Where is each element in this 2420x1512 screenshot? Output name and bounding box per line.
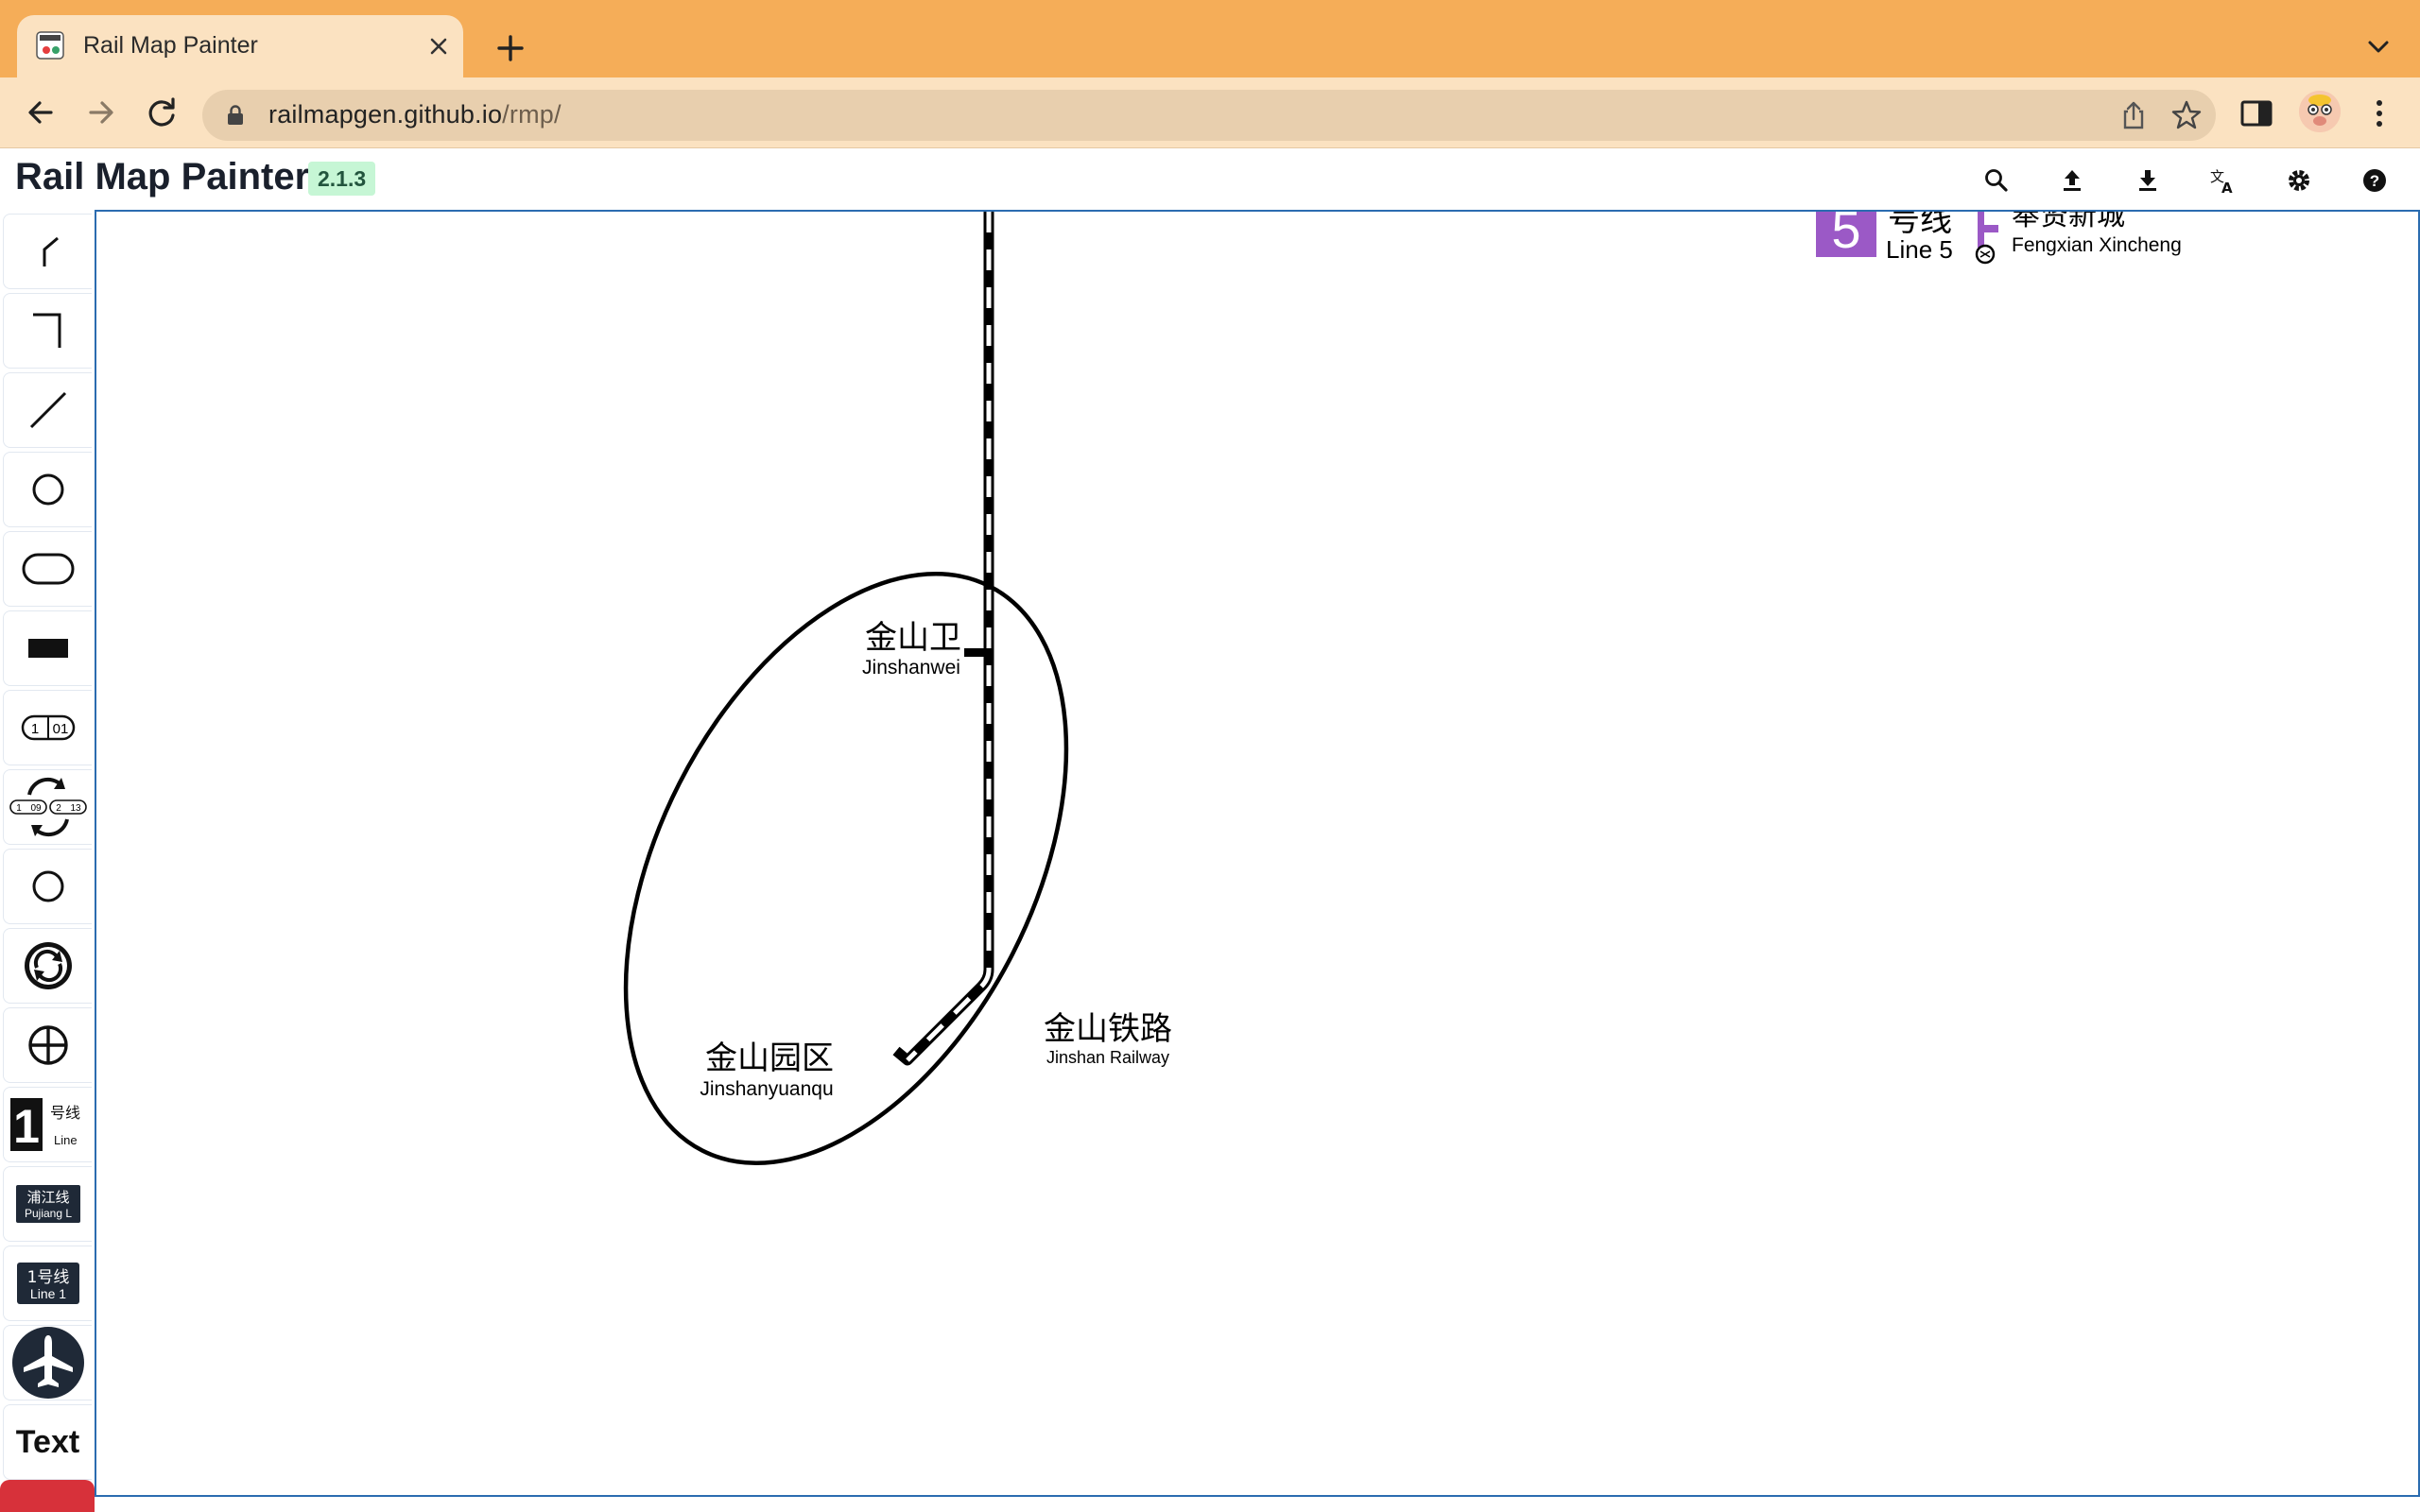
tool-perpendicular-line[interactable]: [3, 293, 92, 369]
line5-badge[interactable]: 5 号线 Line 5: [1816, 212, 1953, 264]
crosshair-station-icon: [27, 1025, 68, 1065]
airplane-icon: [11, 1327, 84, 1399]
tool-station-crosshair[interactable]: [3, 1007, 92, 1083]
station-label-zh-jinshanwei[interactable]: 金山卫: [865, 620, 961, 656]
station-label-zh-jinshanyuanqu[interactable]: 金山园区: [705, 1040, 834, 1076]
perpendicular-line-icon: [32, 313, 60, 348]
terminal-fengxian-xincheng[interactable]: 奉贤新城 Fengxian Xincheng: [1975, 212, 2182, 265]
tool-station-small-circle[interactable]: [3, 849, 92, 924]
diagonal-line-icon: [43, 236, 59, 266]
svg-text:A: A: [2221, 180, 2233, 196]
straight-line-icon: [29, 391, 66, 429]
interchange-number-d: 13: [70, 803, 81, 814]
line-badge-en: Line: [54, 1133, 78, 1147]
line1-en: Line 1: [29, 1286, 65, 1301]
line5-badge-zh: 号线: [1888, 212, 1952, 238]
address-bar[interactable]: railmapgen.github.io/rmp/: [202, 90, 2216, 141]
tool-airport[interactable]: [3, 1325, 92, 1400]
line1-badge-icon: 1号线 Line 1: [16, 1263, 79, 1304]
station-label-en-jinshanwei[interactable]: Jinshanwei: [862, 657, 960, 679]
map-canvas[interactable]: 金山卫 Jinshanwei 金山园区 Jinshanyuanqu 金山铁路 J…: [95, 210, 2420, 1497]
rect-station-icon: [27, 639, 68, 658]
line-label-zh[interactable]: 金山铁路: [1044, 1011, 1172, 1047]
download-icon[interactable]: [2133, 165, 2163, 196]
back-arrow-icon[interactable]: [21, 93, 60, 132]
station-label-en-jinshanyuanqu[interactable]: Jinshanyuanqu: [700, 1078, 833, 1100]
interchange-number-c: 2: [56, 803, 61, 814]
interchange-number-b: 09: [30, 803, 42, 814]
line-badge-icon: 1 号线 Line: [9, 1098, 80, 1153]
tool-line1-badge[interactable]: 1号线 Line 1: [3, 1246, 92, 1321]
tool-station-rect[interactable]: [3, 610, 92, 686]
url-path: /rmp/: [502, 100, 562, 129]
reload-icon[interactable]: [142, 93, 182, 132]
close-tab-icon[interactable]: [425, 33, 452, 60]
url-text[interactable]: railmapgen.github.io/rmp/: [268, 100, 562, 129]
line-label-en[interactable]: Jinshan Railway: [1046, 1048, 1169, 1067]
tool-straight-line[interactable]: [3, 372, 92, 448]
pill-station-icon: [22, 553, 74, 585]
line1-zh: 1号线: [26, 1268, 69, 1287]
new-tab-icon[interactable]: [492, 29, 529, 67]
app-header: Rail Map Painter 2.1.3 文 A ?: [0, 148, 2420, 208]
interchange-arrows-icon: [24, 942, 72, 989]
interchange-station-icon: 1 09 2 13: [9, 777, 87, 837]
help-icon[interactable]: ?: [2360, 165, 2390, 196]
forward-arrow-icon[interactable]: [81, 93, 121, 132]
tool-station-circle[interactable]: [3, 452, 92, 527]
bookmark-star-icon[interactable]: [2170, 99, 2203, 131]
interchange-number-a: 1: [16, 803, 22, 814]
profile-avatar[interactable]: [2299, 91, 2341, 132]
line-number-station-icon: 1 01: [21, 714, 75, 741]
tool-station-pill[interactable]: [3, 531, 92, 607]
line5-badge-en: Line 5: [1886, 235, 1953, 264]
svg-text:?: ?: [2370, 172, 2379, 190]
text-tool-label: Text: [15, 1423, 80, 1460]
share-icon[interactable]: [2118, 99, 2150, 131]
line5-badge-number: 5: [1831, 212, 1860, 259]
circle-station-icon: [32, 473, 63, 506]
pujiang-badge-icon: 浦江线 Pujiang L: [15, 1185, 80, 1223]
tool-station-gzmtr-interchange[interactable]: [3, 928, 92, 1004]
app-title: Rail Map Painter: [15, 156, 310, 198]
rmp-favicon-icon: [36, 31, 64, 60]
translate-icon[interactable]: 文 A: [2208, 165, 2238, 196]
enclosure-ellipse[interactable]: [535, 502, 1156, 1236]
pujiang-zh: 浦江线: [26, 1189, 69, 1206]
browser-tabstrip: Rail Map Painter: [0, 0, 2420, 77]
lineno-number-a: 1: [30, 721, 38, 737]
line-badge-zh: 号线: [50, 1104, 80, 1122]
upload-icon[interactable]: [2057, 165, 2087, 196]
zoom-search-icon[interactable]: [1981, 165, 2012, 196]
line-badge-number: 1: [13, 1100, 40, 1153]
small-circle-station-icon: [32, 870, 63, 902]
tool-line-badge[interactable]: 1 号线 Line: [3, 1087, 92, 1162]
url-host: railmapgen.github.io: [268, 100, 503, 129]
lock-icon[interactable]: [227, 105, 244, 126]
lineno-number-b: 01: [52, 721, 68, 737]
browser-tab-active[interactable]: Rail Map Painter: [17, 15, 463, 77]
browser-toolbar: railmapgen.github.io/rmp/: [0, 77, 2420, 148]
pujiang-en: Pujiang L: [24, 1207, 71, 1220]
tool-palette: 1 01 1 09 2 13 1 号线 Line 浦江线 Pujiang L 1…: [0, 210, 95, 1512]
tool-station-interchange[interactable]: 1 09 2 13: [3, 769, 92, 845]
red-tool-button[interactable]: [0, 1480, 95, 1512]
chevron-down-icon[interactable]: [2360, 30, 2397, 62]
tab-title: Rail Map Painter: [83, 32, 258, 59]
version-badge: 2.1.3: [308, 162, 376, 196]
tool-text[interactable]: Text: [3, 1404, 92, 1480]
terminal-label-zh: 奉贤新城: [2012, 212, 2125, 232]
tool-diagonal-line[interactable]: [3, 214, 92, 289]
settings-gear-icon[interactable]: [2284, 165, 2314, 196]
station-marker-jinshanwei[interactable]: [964, 648, 987, 657]
side-panel-icon[interactable]: [2238, 95, 2274, 131]
map-svg[interactable]: 金山卫 Jinshanwei 金山园区 Jinshanyuanqu 金山铁路 J…: [96, 212, 2420, 1497]
terminal-label-en: Fengxian Xincheng: [2012, 234, 2182, 256]
tool-pujiang-badge[interactable]: 浦江线 Pujiang L: [3, 1166, 92, 1242]
profile-avatar-icon: [2299, 91, 2341, 132]
kebab-menu-icon[interactable]: [2361, 95, 2397, 131]
tool-station-lineno[interactable]: 1 01: [3, 690, 92, 765]
